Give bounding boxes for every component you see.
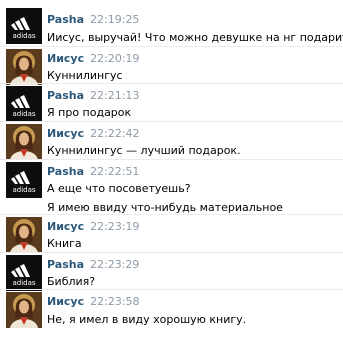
author-name[interactable]: Иисус: [47, 127, 84, 140]
adidas-logo-icon: adidas: [6, 255, 42, 291]
author-name[interactable]: Иисус: [47, 220, 84, 233]
timestamp[interactable]: 22:19:25: [90, 13, 139, 26]
jesus-portrait-icon: [6, 217, 42, 253]
timestamp[interactable]: 22:21:13: [90, 89, 139, 102]
timestamp[interactable]: 22:22:51: [90, 165, 139, 178]
avatar[interactable]: adidas: [6, 86, 42, 122]
message: Иисус 22:20:19 Куннилингус: [0, 46, 343, 85]
message-text: Иисус, выручай! Что можно девушке на нг …: [47, 31, 343, 44]
jesus-portrait-icon: [6, 292, 42, 328]
message: adidas Pasha 22:22:51 А еще что посоветуе…: [0, 159, 343, 215]
message-text: Не, я имел в виду хорошую книгу.: [47, 313, 247, 326]
author-name[interactable]: Pasha: [47, 165, 84, 178]
svg-text:adidas: adidas: [12, 110, 35, 118]
svg-text:adidas: adidas: [12, 186, 35, 194]
message: adidas Pasha 22:21:13 Я про подарок: [0, 83, 343, 122]
author-name[interactable]: Pasha: [47, 13, 84, 26]
message-text: Куннилингус — лучший подарок.: [47, 144, 241, 157]
message-text: Книга: [47, 237, 82, 250]
author-name[interactable]: Pasha: [47, 89, 84, 102]
message: adidas Pasha 22:19:25 Иисус, выручай! Что…: [0, 8, 343, 46]
message: Иисус 22:22:42 Куннилингус — лучший подар…: [0, 121, 343, 160]
message: Иисус 22:23:58 Не, я имел в виду хорошую …: [0, 289, 343, 340]
author-name[interactable]: Иисус: [47, 52, 84, 65]
author-name[interactable]: Иисус: [47, 295, 84, 308]
avatar[interactable]: adidas: [6, 255, 42, 291]
adidas-logo-icon: adidas: [6, 8, 42, 44]
avatar[interactable]: adidas: [6, 8, 42, 44]
adidas-logo-icon: adidas: [6, 162, 42, 198]
message: Иисус 22:23:19 Книга: [0, 214, 343, 253]
avatar[interactable]: [6, 292, 42, 328]
timestamp[interactable]: 22:22:42: [90, 127, 139, 140]
avatar[interactable]: [6, 217, 42, 253]
timestamp[interactable]: 22:23:58: [90, 295, 139, 308]
message-text: А еще что посоветуешь?: [47, 182, 191, 195]
adidas-logo-icon: adidas: [6, 86, 42, 122]
message: adidas Pasha 22:23:29 Библия?: [0, 252, 343, 291]
timestamp[interactable]: 22:23:29: [90, 258, 139, 271]
avatar[interactable]: adidas: [6, 162, 42, 198]
jesus-portrait-icon: [6, 124, 42, 160]
svg-text:adidas: adidas: [12, 32, 35, 40]
chat-history: adidas Pasha 22:19:25 Иисус, выручай! Что…: [0, 0, 343, 345]
timestamp[interactable]: 22:20:19: [90, 52, 139, 65]
timestamp[interactable]: 22:23:19: [90, 220, 139, 233]
message-text: Куннилингус: [47, 69, 123, 82]
avatar[interactable]: [6, 124, 42, 160]
jesus-portrait-icon: [6, 49, 42, 85]
avatar[interactable]: [6, 49, 42, 85]
message-text: Я про подарок: [47, 106, 132, 119]
message-text: Я имею ввиду что-нибудь материальное: [47, 201, 283, 214]
message-text: Библия?: [47, 275, 96, 288]
svg-text:adidas: adidas: [12, 279, 35, 287]
author-name[interactable]: Pasha: [47, 258, 84, 271]
